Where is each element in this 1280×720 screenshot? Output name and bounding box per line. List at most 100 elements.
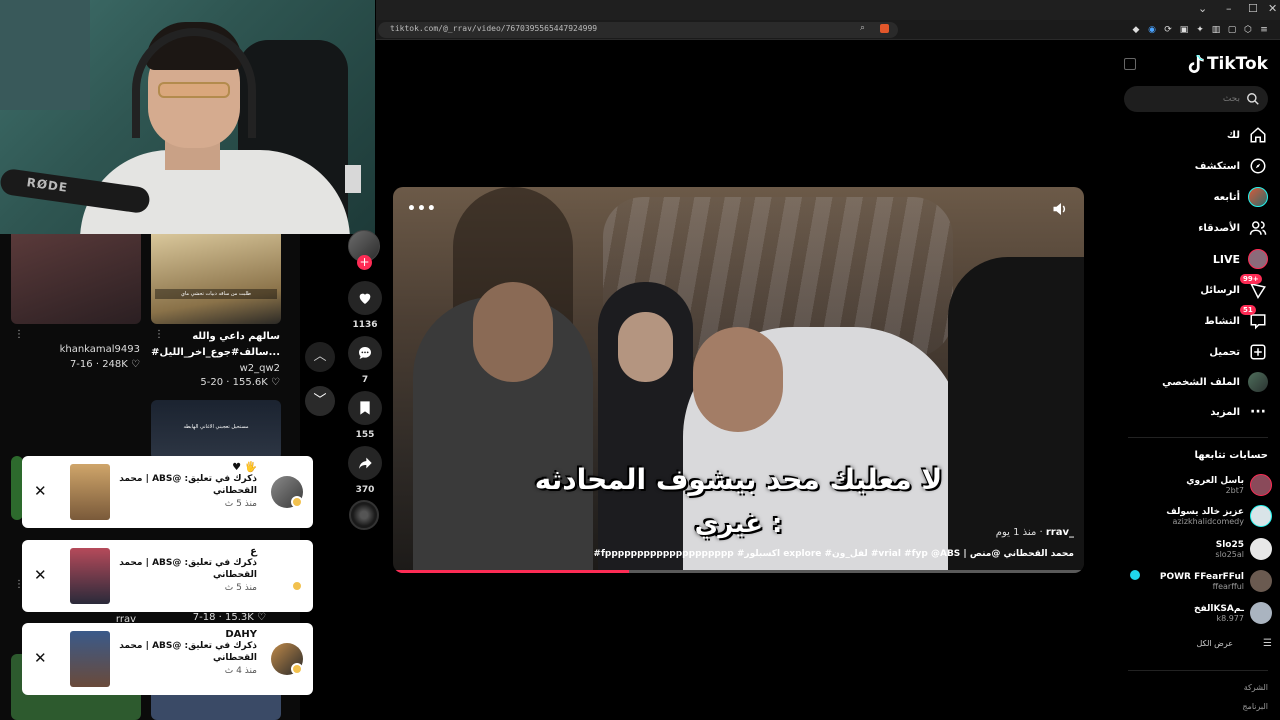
share-icon [359, 457, 372, 469]
nav-more[interactable]: المزيد ··· [1210, 401, 1268, 423]
see-all-link[interactable]: عرض الكل ☰ [1196, 638, 1272, 649]
upload-icon [1248, 342, 1268, 362]
avatar [1250, 570, 1272, 592]
puzzle-icon[interactable]: ✦ [1194, 24, 1206, 36]
video-author[interactable]: _rrav [1046, 527, 1074, 538]
close-icon[interactable]: ✕ [34, 482, 47, 500]
nav-explore[interactable]: استكشف [1195, 155, 1268, 177]
nav-friends[interactable]: الأصدقاء [1198, 217, 1268, 239]
vpn-icon[interactable]: ⬡ [1242, 24, 1254, 36]
music-disc-icon[interactable] [349, 500, 379, 530]
divider [1128, 437, 1268, 438]
zoom-icon[interactable]: ⌕ [860, 23, 865, 33]
notification-toast[interactable]: ✕ ع ذكرك في تعليق: @ABS | محمد القحطاني … [22, 540, 313, 612]
notification-toast[interactable]: ✕ DAHY ذكرك في تعليق: @ABS | محمد القحطا… [22, 623, 313, 695]
nav-messages[interactable]: الرسائل 99+ [1200, 274, 1268, 301]
heart-icon [359, 293, 371, 304]
notification-title: 🖐 ♥ [232, 462, 257, 473]
wallet-icon[interactable]: ▣ [1178, 24, 1190, 36]
nav-upload[interactable]: تحميل [1209, 341, 1268, 363]
webcam-overlay: RØDE [0, 0, 375, 234]
nav-label: استكشف [1194, 160, 1240, 172]
like-button[interactable] [348, 281, 382, 315]
glasses [158, 82, 230, 98]
avatar [1250, 474, 1272, 496]
feed-title[interactable]: #سالف#جوع_اخر_الليل... [151, 347, 280, 358]
search-input[interactable] [1124, 86, 1244, 112]
background-shelf [0, 0, 90, 110]
notification-text: ع ذكرك في تعليق: @ABS | محمد القحطاني من… [107, 546, 257, 593]
search-bar[interactable] [1124, 86, 1268, 112]
more-options-icon[interactable]: ••• [407, 201, 437, 217]
notification-thumbnail [70, 631, 110, 687]
followed-account[interactable]: باسل العروي 2bt7 [1186, 472, 1272, 498]
close-icon[interactable]: ✕ [34, 649, 47, 667]
share-button[interactable] [348, 446, 382, 480]
account-name: الفخKSAـم [1194, 603, 1244, 614]
feed-meta: 7-16 · 248K ♡ [69, 359, 140, 370]
sync-icon[interactable]: ⟳ [1162, 24, 1174, 36]
feed-author[interactable]: khankamal9493 [60, 344, 140, 355]
thumbnail-caption: طلبت من ساقه دبيات تحشي ماي [155, 289, 277, 299]
address-bar: tiktok.com/@_rrav/video/7670395565447924… [376, 20, 1280, 40]
followed-account[interactable]: POWR FFearFFul ffearfful [1160, 568, 1272, 594]
followed-account[interactable]: الفخKSAـم k8.977 [1194, 600, 1272, 626]
comment-button[interactable] [348, 336, 382, 370]
account-name: عزيز خالد يسولف [1166, 506, 1244, 517]
video-progress-fill [395, 570, 629, 573]
notification-body: ذكرك في تعليق: @ABS | محمد القحطاني [119, 641, 257, 663]
notification-body: ذكرك في تعليق: @ABS | محمد القحطاني [119, 558, 257, 580]
nav-for-you[interactable]: لك [1227, 124, 1268, 146]
more-dots-icon: ··· [1250, 404, 1266, 420]
previous-video-button[interactable]: ︿ [305, 342, 335, 372]
video-progress-bar[interactable] [395, 570, 1082, 573]
followed-account[interactable]: عزيز خالد يسولف azizkhalidcomedy [1166, 503, 1272, 529]
nav-following[interactable]: أتابعه [1214, 186, 1268, 208]
feed-thumbnail[interactable]: مستحيل تعجبني الاغاني الهابطه [151, 400, 281, 460]
screenshot-icon[interactable]: ▢ [1226, 24, 1238, 36]
more-options-icon[interactable]: ⋮ [14, 330, 24, 340]
feed-thumbnail[interactable]: طلبت من ساقه دبيات تحشي ماي [151, 234, 281, 324]
nav-live[interactable]: LIVE [1213, 248, 1268, 270]
followed-account[interactable]: Slo25 slo25al [1215, 536, 1272, 562]
brave-shield-icon[interactable] [880, 24, 889, 33]
save-button[interactable] [348, 391, 382, 425]
more-options-icon[interactable]: ⋮ [154, 330, 164, 340]
inbox-icon: 99+ [1240, 274, 1268, 300]
tiktok-logo[interactable]: TikTok [1187, 54, 1268, 74]
feed-author[interactable]: w2_qw2 [240, 363, 280, 374]
wall-sign [345, 165, 361, 193]
feed-meta: 7-18 · 15.3K ♡ [192, 612, 266, 623]
footer-link[interactable]: البرنامج [1242, 702, 1268, 711]
close-window-icon[interactable]: ✕ [1268, 2, 1277, 15]
search-icon[interactable] [1246, 92, 1260, 106]
nav-label: الأصدقاء [1198, 222, 1240, 234]
account-name: باسل العروي [1186, 475, 1244, 486]
account-name: POWR FFearFFul [1159, 571, 1244, 582]
notification-body: ذكرك في تعليق: @ABS | محمد القحطاني [119, 474, 257, 496]
next-video-button[interactable]: ﹀ [305, 386, 335, 416]
chevron-down-icon[interactable]: ⌄ [1198, 2, 1207, 15]
url-text: tiktok.com/@_rrav/video/7670395565447924… [390, 24, 598, 33]
feed-thumbnail[interactable] [11, 234, 141, 324]
follow-plus-button[interactable]: + [357, 255, 372, 270]
extension-icon[interactable]: ◆ [1130, 24, 1142, 36]
collapse-sidebar-icon[interactable] [1124, 58, 1136, 70]
volume-button[interactable] [1052, 201, 1070, 221]
nav-profile[interactable]: الملف الشخصي [1162, 371, 1268, 393]
video-player[interactable]: ••• لا معليك محد بيشوف المحادثه غيري : _… [393, 187, 1084, 573]
menu-icon[interactable]: ≡ [1258, 24, 1270, 36]
feed-title[interactable]: سالهم داعي والله [192, 331, 280, 342]
footer-link[interactable]: الشركة [1244, 683, 1268, 692]
url-field[interactable]: tiktok.com/@_rrav/video/7670395565447924… [378, 22, 898, 38]
notification-toast[interactable]: ✕ 🖐 ♥ ذكرك في تعليق: @ABS | محمد القحطان… [22, 456, 313, 528]
nav-activity[interactable]: النشاط 51 [1204, 305, 1268, 332]
maximize-icon[interactable]: ☐ [1248, 2, 1258, 15]
notification-title: ع [250, 546, 257, 557]
save-count: 155 [355, 430, 375, 440]
translate-icon[interactable]: ◉ [1146, 24, 1158, 36]
minimize-icon[interactable]: – [1226, 2, 1232, 15]
sidebar-icon[interactable]: ▥ [1210, 24, 1222, 36]
close-icon[interactable]: ✕ [34, 566, 47, 584]
share-count: 370 [355, 485, 375, 495]
